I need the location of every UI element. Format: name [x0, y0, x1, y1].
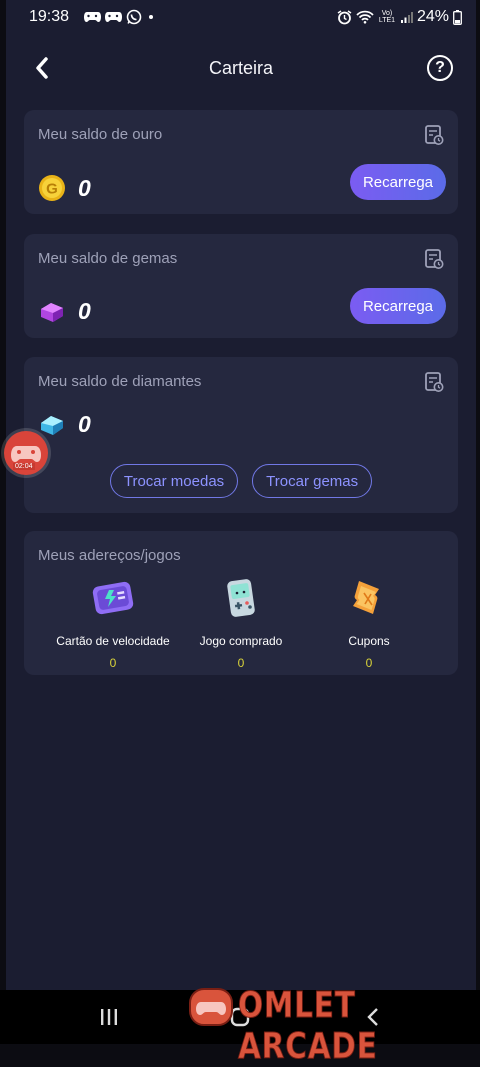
- coupon-ticket-icon: [353, 581, 379, 614]
- exchange-gems-button[interactable]: Trocar gemas: [252, 464, 373, 498]
- item-count: 0: [237, 656, 245, 670]
- item-count: 0: [109, 656, 117, 670]
- omlet-arcade-watermark: OMLET ARCADE: [238, 985, 378, 1067]
- gamepad-icon: [84, 12, 101, 22]
- history-icon[interactable]: [424, 124, 444, 146]
- help-button[interactable]: ?: [427, 55, 453, 81]
- game-console-icon: [227, 579, 255, 617]
- speed-card-item[interactable]: Cartão de velocidade 0: [49, 577, 177, 670]
- gamepad-icon: [105, 12, 122, 22]
- gems-balance-label: Meu saldo de gemas: [38, 250, 178, 267]
- coin-letter: G: [46, 181, 58, 198]
- item-label: Cartão de velocidade: [56, 634, 170, 648]
- record-timer: 02:04: [13, 463, 35, 470]
- item-count: 0: [365, 656, 373, 670]
- gold-recharge-button[interactable]: Recarrega: [350, 164, 446, 200]
- gold-balance-label: Meu saldo de ouro: [38, 126, 163, 143]
- gems-recharge-button[interactable]: Recarrega: [350, 288, 446, 324]
- gold-coin-icon: G: [39, 175, 65, 201]
- status-bar: 19:38 Vo) LTE1 24%: [6, 0, 476, 36]
- system-indicators: Vo) LTE1 24%: [337, 8, 462, 26]
- exchange-buttons: Trocar moedas Trocar gemas: [24, 464, 458, 498]
- gold-amount-row: G 0: [38, 174, 91, 202]
- gems-balance-card: Meu saldo de gemas 0 Recarrega: [24, 234, 458, 338]
- gems-amount: 0: [78, 298, 91, 324]
- diamonds-amount: 0: [78, 411, 91, 437]
- recent-apps-button[interactable]: [94, 1006, 124, 1028]
- lte-indicator: Vo) LTE1: [378, 10, 396, 24]
- omlet-logo-icon: [189, 988, 233, 1026]
- gold-balance-card: Meu saldo de ouro G 0 Recarrega: [24, 110, 458, 214]
- notification-icons: [84, 9, 156, 25]
- question-mark-icon: ?: [435, 59, 445, 76]
- alarm-icon: [337, 9, 352, 24]
- page-title: Carteira: [208, 58, 274, 78]
- status-time: 19:38: [29, 8, 70, 25]
- item-label: Cupons: [348, 634, 390, 648]
- props-games-label: Meus adereços/jogos: [38, 547, 181, 564]
- diamonds-balance-card: Meu saldo de diamantes 0 Trocar moedas T…: [24, 357, 458, 513]
- battery-percent: 24%: [416, 8, 449, 25]
- dot-icon: [149, 15, 153, 19]
- diamonds-balance-label: Meu saldo de diamantes: [38, 373, 202, 390]
- whatsapp-icon: [126, 9, 142, 25]
- recent-apps-icon: [101, 1009, 117, 1025]
- wifi-icon: [356, 10, 374, 24]
- exchange-coins-button[interactable]: Trocar moedas: [109, 464, 239, 498]
- props-games-card: Meus adereços/jogos Cartão de velocidade…: [24, 531, 458, 675]
- history-icon[interactable]: [424, 371, 444, 393]
- signal-icon: [400, 11, 413, 23]
- gem-icon: [41, 302, 63, 322]
- battery-icon: [453, 9, 462, 25]
- item-label: Jogo comprado: [199, 634, 283, 648]
- app-header: Carteira ?: [6, 44, 476, 94]
- history-icon[interactable]: [424, 248, 444, 270]
- speed-card-icon: [92, 581, 134, 615]
- wallet-screen: 19:38 Vo) LTE1 24% Carteira ? Meu saldo …: [6, 0, 476, 990]
- gold-amount: 0: [78, 174, 91, 201]
- props-items: Cartão de velocidade 0 Jogo comprado 0 C…: [24, 577, 458, 670]
- coupons-item[interactable]: Cupons 0: [305, 577, 433, 670]
- purchased-game-item[interactable]: Jogo comprado 0: [177, 577, 305, 670]
- gems-amount-row: 0: [38, 298, 91, 325]
